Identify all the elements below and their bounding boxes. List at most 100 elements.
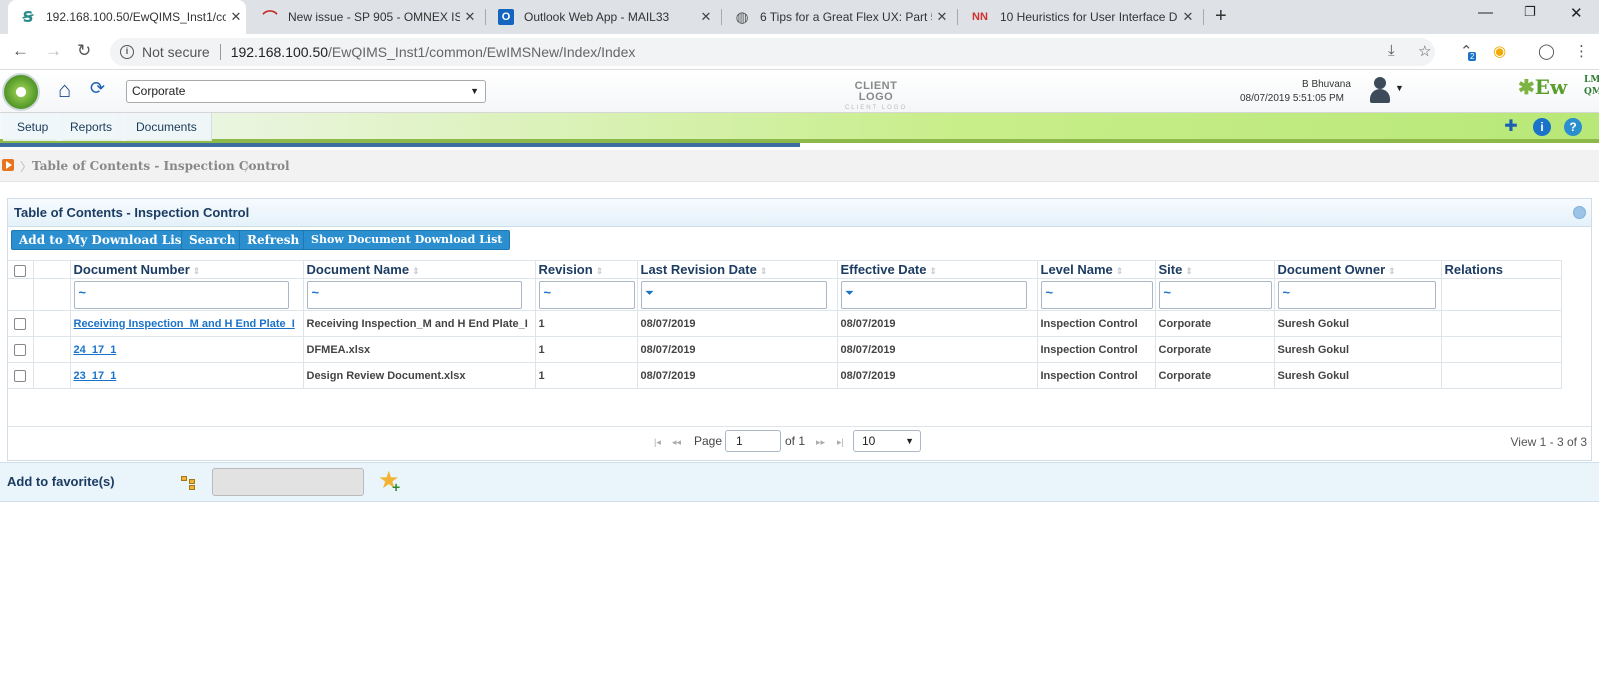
reload-icon[interactable]: ↻ [77,41,91,61]
help-icon[interactable]: ? [1564,118,1582,136]
page-number-input[interactable]: 1 [725,430,781,452]
breadcrumb-arrow-icon[interactable] [2,159,14,171]
first-page-icon[interactable]: |◂ [654,437,661,448]
download-icon[interactable]: ⤓ [1388,42,1395,59]
restore-icon[interactable]: ❐ [1524,4,1536,20]
column-header[interactable]: Level Name ⇕ [1037,260,1156,279]
globe-favicon-icon: ◍ [735,9,749,26]
minimize-icon[interactable]: — [1478,4,1493,21]
menu-item-setup[interactable]: Setup [3,113,64,141]
new-tab-icon[interactable]: + [1215,5,1227,28]
document-number-link[interactable]: 24_17_1 [74,344,117,356]
document-number-link[interactable]: 23_17_1 [74,370,117,382]
bookmark-star-icon[interactable]: ☆ [1418,42,1431,60]
user-menu-caret-icon[interactable]: ▼ [1395,83,1404,93]
browser-menu-icon[interactable]: ⋮ [1574,42,1589,60]
chevron-down-icon: ▼ [470,86,479,96]
next-page-icon[interactable]: ▸▸ [816,437,825,448]
browser-tab-outlook[interactable]: O Outlook Web App - MAIL33 ✕ [486,0,716,34]
select-all-checkbox[interactable] [14,264,26,277]
row-checkbox[interactable] [14,343,26,356]
document-number-link[interactable]: Receiving Inspection_M and H End Plate_I [74,318,295,330]
app-header: ⌂ ⟳ Corporate ▼ CLIENT LOGO CLIENT LOGO … [0,71,1599,113]
last-revision-date-filter[interactable]: ⏷ [640,280,827,309]
close-icon[interactable]: ✕ [932,9,952,25]
column-header[interactable]: Last Revision Date ⇕ [637,260,838,279]
row-checkbox[interactable] [14,369,26,382]
back-arrow-icon[interactable]: ← [12,41,29,61]
close-icon[interactable]: ✕ [226,9,246,25]
column-header[interactable]: Document Name ⇕ [303,260,536,279]
filter-cell: ~ [1274,278,1442,311]
extension-2-icon[interactable]: ◉ [1493,42,1506,60]
window-close-icon[interactable]: ✕ [1570,4,1583,22]
table-row[interactable]: 23_17_1 Design Review Document.xlsx 1 08… [8,362,1562,389]
last-page-icon[interactable]: ▸| [837,437,844,448]
current-datetime: 08/07/2019 5:51:05 PM [1240,93,1344,104]
previous-page-icon[interactable]: ◂◂ [672,437,681,448]
site-select[interactable]: Corporate ▼ [126,80,486,103]
table-row[interactable]: 24_17_1 DFMEA.xlsx 1 08/07/2019 08/07/20… [8,336,1562,363]
site-filter[interactable]: ~ [1158,280,1272,309]
pin-icon[interactable]: ✚ [1502,118,1520,136]
menu-item-reports[interactable]: Reports [56,113,128,141]
address-divider [219,44,221,60]
refresh-icon[interactable]: ⟳ [90,78,105,99]
address-bar[interactable]: i Not secure 192.168.100.50/EwQIMS_Inst1… [110,38,1435,66]
row-checkbox[interactable] [14,317,26,330]
sort-icon: ⇕ [595,266,604,276]
document-owner-cell: Suresh Gokul [1274,310,1442,337]
contains-icon: ~ [1163,284,1172,300]
effective-date-filter[interactable]: ⏷ [840,280,1027,309]
info-icon[interactable]: i [1533,118,1551,136]
filter-cell: ~ [1037,278,1156,311]
table-row[interactable]: Receiving Inspection_M and H End Plate_I… [8,310,1562,337]
record-count: View 1 - 3 of 3 [1510,435,1588,449]
forward-arrow-icon[interactable]: → [45,41,62,61]
documents-grid-panel: Table of Contents - Inspection Control A… [7,198,1592,461]
column-header-label: Effective Date [840,262,927,277]
add-favorite-star-icon[interactable]: ★ [378,469,400,500]
document-name-filter[interactable]: ~ [306,280,522,309]
close-icon[interactable]: ✕ [696,9,716,25]
collapse-icon[interactable] [1573,206,1586,219]
level-name-filter[interactable]: ~ [1040,280,1153,309]
row-number-cell [33,310,71,337]
column-header[interactable]: Document Number ⇕ [70,260,304,279]
user-avatar-icon[interactable] [1367,75,1393,105]
favorite-name-input[interactable] [212,468,364,496]
column-header[interactable]: Site ⇕ [1155,260,1275,279]
menu-item-documents[interactable]: Documents [122,113,212,141]
column-header[interactable]: Document Owner ⇕ [1274,260,1442,279]
brand-logo: ✱Ew LMS QMS [1518,75,1599,99]
browser-tab-ewqims[interactable]: Ꞩ 192.168.100.50/EwQIMS_Inst1/co ✕ [8,0,246,34]
browser-tab-flex-ux[interactable]: ◍ 6 Tips for a Great Flex UX: Part 5 ✕ [722,0,952,34]
folder-tree-icon[interactable] [181,476,197,490]
revision-cell: 1 [535,310,638,337]
site-cell: Corporate [1155,336,1275,363]
column-header[interactable]: Effective Date ⇕ [837,260,1038,279]
profile-icon[interactable]: ◯ [1538,42,1555,60]
search-button[interactable]: Search [181,230,244,250]
home-icon[interactable]: ⌂ [58,77,71,103]
column-header[interactable]: Revision ⇕ [535,260,638,279]
column-header-label: Revision [538,262,593,277]
add-to-download-list-button[interactable]: Add to My Download List [11,230,196,250]
page-size-select[interactable]: 10 ▼ [853,430,921,452]
revision-filter[interactable]: ~ [538,280,635,309]
filter-cell: ~ [1155,278,1275,311]
relations-cell [1441,362,1562,389]
app-logo-icon[interactable] [2,73,40,111]
close-icon[interactable]: ✕ [460,9,480,25]
brand-qms: QMS [1584,87,1599,97]
filter-cell [8,278,34,311]
close-icon[interactable]: ✕ [1178,9,1198,25]
document-owner-filter[interactable]: ~ [1277,280,1436,309]
document-number-filter[interactable]: ~ [73,280,289,309]
refresh-button[interactable]: Refresh [239,230,308,250]
info-icon[interactable]: i [120,45,134,59]
show-download-list-button[interactable]: Show Document Download List [303,230,511,250]
browser-tab-nn-heuristics[interactable]: NN 10 Heuristics for User Interface D ✕ [958,0,1198,34]
browser-tab-redmine[interactable]: ⌒ New issue - SP 905 - OMNEX ISS ✕ [250,0,480,34]
security-label: Not secure [142,44,210,60]
